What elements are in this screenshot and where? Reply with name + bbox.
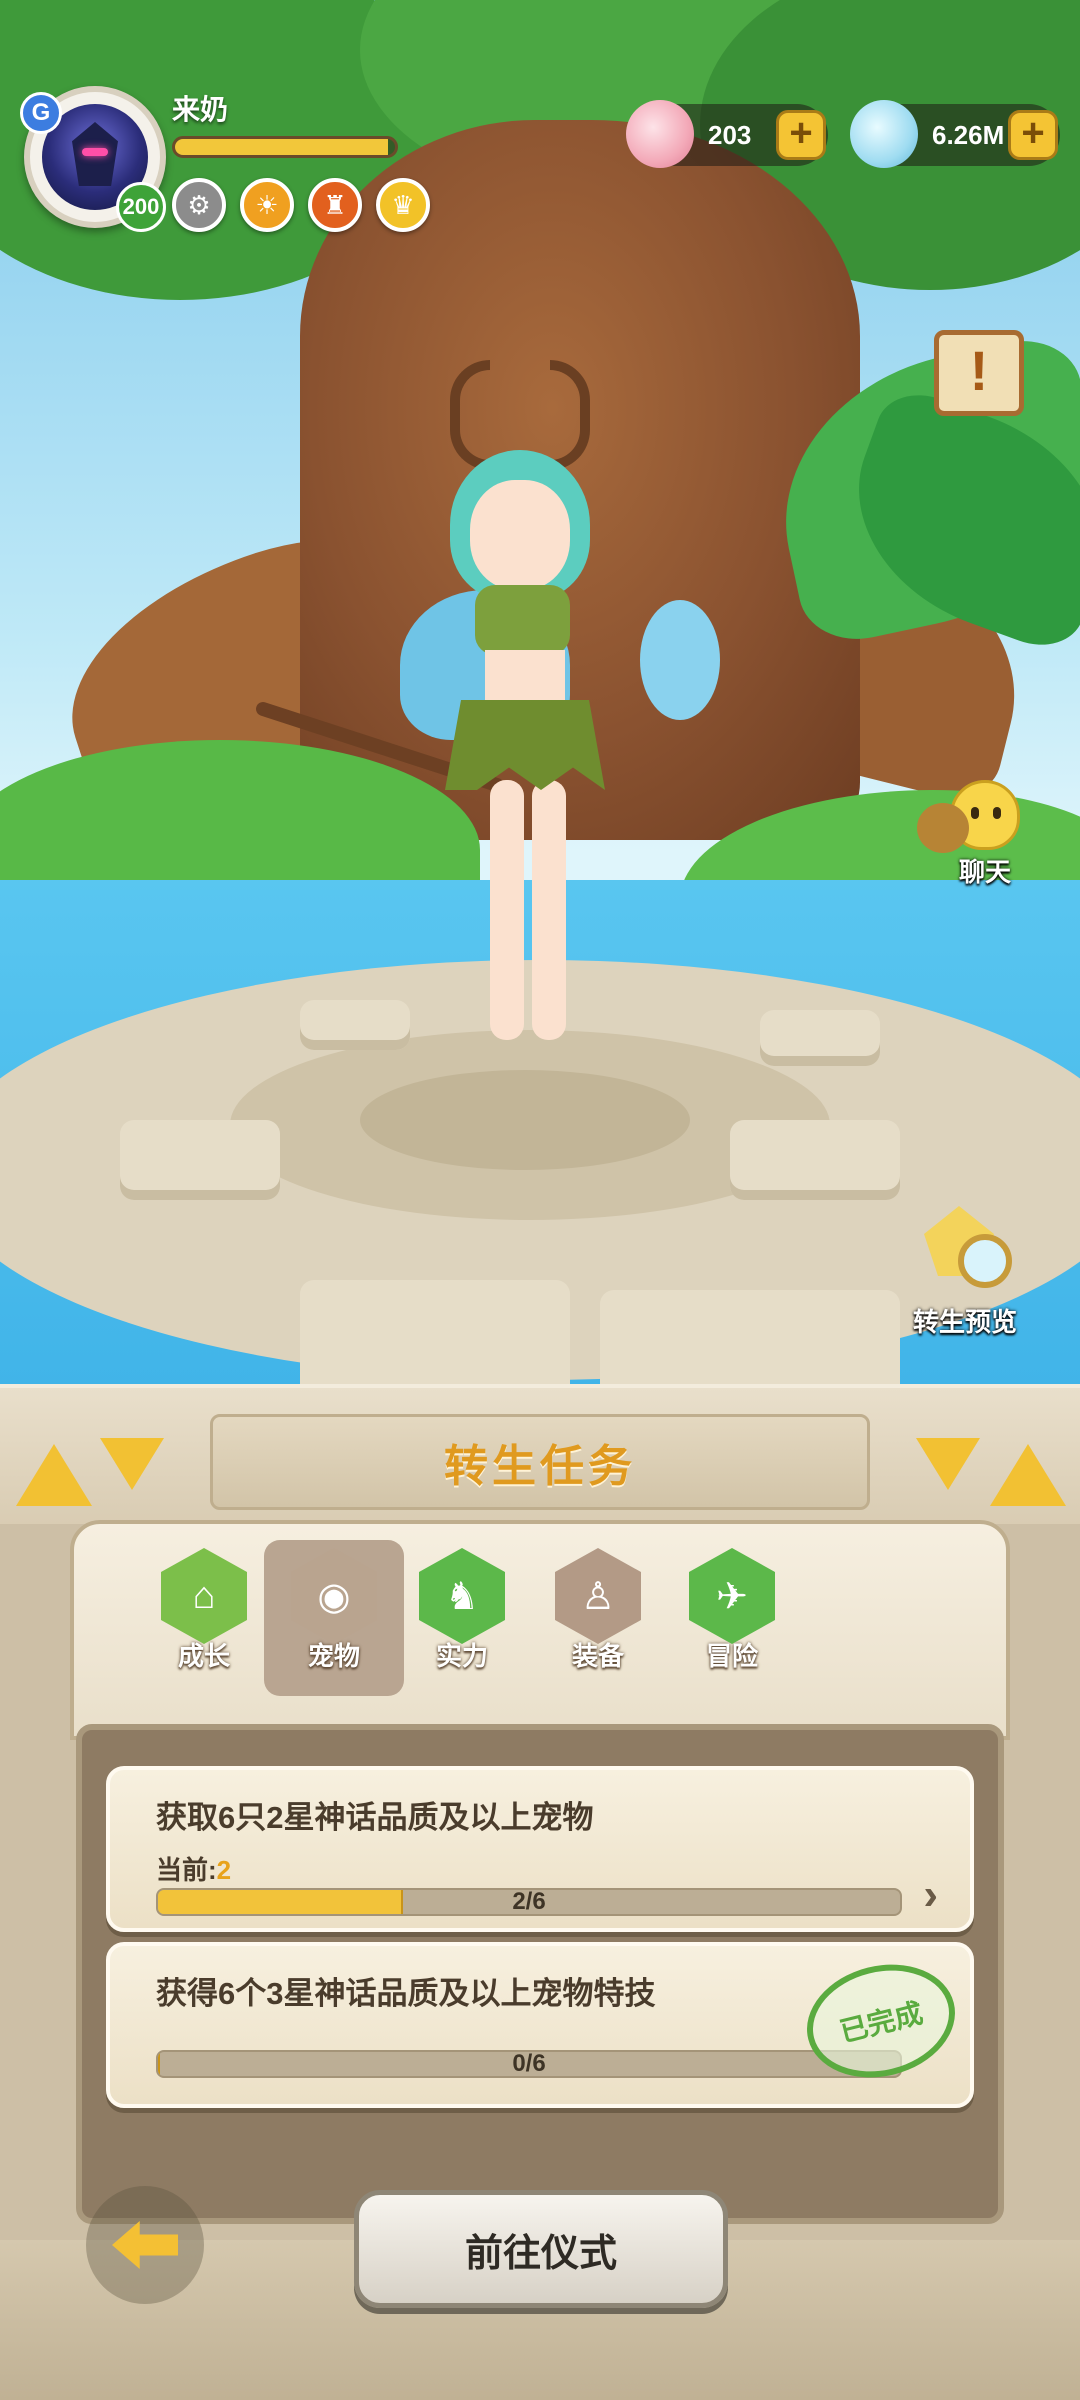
player-level-badge: 200 <box>116 182 166 232</box>
task-progress-text: 0/6 <box>512 2050 546 2077</box>
rebirth-preview-button[interactable]: 转生预览 <box>910 1200 1020 1339</box>
shell-currency-value: 203 <box>708 119 752 150</box>
experience-bar <box>172 136 398 158</box>
triangle-down-icon <box>916 1438 980 1490</box>
pet-icon: ◉ <box>291 1548 377 1644</box>
tab-pet[interactable]: ◉ 宠物 <box>264 1540 404 1696</box>
task-progress-bar: 2/6 <box>156 1888 902 1916</box>
panel-title-plate: 转生任务 <box>210 1414 870 1510</box>
shell-currency-icon <box>626 100 694 168</box>
tab-equipment[interactable]: ♙ 装备 <box>528 1540 668 1696</box>
character-antler-left <box>450 360 490 470</box>
shell-currency: 203 + <box>626 100 828 168</box>
back-arrow-icon <box>112 2221 178 2269</box>
gem-currency: 6.26M + <box>850 100 1060 168</box>
player-character[interactable] <box>240 360 720 1100</box>
add-gem-button[interactable]: + <box>1008 110 1058 160</box>
rebirth-preview-label: 转生预览 <box>912 1307 1017 1337</box>
character-leg-right <box>532 780 566 1040</box>
equipment-icon: ♙ <box>555 1548 641 1644</box>
tab-growth[interactable]: ⌂ 成长 <box>134 1540 274 1696</box>
beast-badge-icon[interactable]: ☀ <box>240 178 294 232</box>
task-title: 获取6只2星神话品质及以上宠物 <box>156 1800 594 1835</box>
growth-icon: ⌂ <box>161 1548 247 1644</box>
triangle-down-icon <box>100 1438 164 1490</box>
chat-icon <box>917 780 1020 853</box>
task-title: 获得6个3星神话品质及以上宠物特技 <box>156 1976 656 2011</box>
quest-notice-icon[interactable]: ! <box>934 330 1024 416</box>
go-to-ritual-button[interactable]: 前往仪式 <box>354 2190 728 2308</box>
achievement-badges: ⚙ ☀ ♜ ♛ <box>172 178 430 232</box>
tab-adventure[interactable]: ✈ 冒险 <box>662 1540 802 1696</box>
chevron-right-icon[interactable]: › <box>923 1870 938 1920</box>
chat-label: 聊天 <box>958 857 1011 887</box>
character-leg-left <box>490 780 524 1040</box>
stone-block <box>760 1010 880 1066</box>
tab-strength[interactable]: ♞ 实力 <box>392 1540 532 1696</box>
stone-block <box>730 1120 900 1200</box>
strength-icon: ♞ <box>419 1548 505 1644</box>
gem-currency-value: 6.26M <box>932 119 1005 150</box>
player-name: 来奶 <box>172 94 229 125</box>
adventure-icon: ✈ <box>689 1548 775 1644</box>
panel-title: 转生任务 <box>444 1442 636 1491</box>
character-skirt <box>445 700 605 790</box>
task-card[interactable]: 获取6只2星神话品质及以上宠物 当前:2 2/6 › <box>106 1766 974 1932</box>
stone-block <box>120 1120 280 1200</box>
character-face <box>470 480 570 590</box>
rebirth-preview-icon <box>910 1200 1020 1300</box>
lion-badge-icon[interactable]: ♜ <box>308 178 362 232</box>
task-current-progress: 当前:2 <box>156 1855 232 1885</box>
experience-bar-fill <box>175 139 389 155</box>
gear-badge-icon[interactable]: ⚙ <box>172 178 226 232</box>
panel-header: 转生任务 <box>0 1384 1080 1524</box>
triangle-up-icon <box>16 1444 92 1506</box>
character-top <box>475 585 570 655</box>
task-progress-text: 2/6 <box>512 1888 546 1915</box>
task-list: 获取6只2星神话品质及以上宠物 当前:2 2/6 › 获得6个3星神话品质及以上… <box>76 1724 1004 2224</box>
triangle-up-icon <box>990 1444 1066 1506</box>
task-card[interactable]: 获得6个3星神话品质及以上宠物特技 0/6 已完成 <box>106 1942 974 2108</box>
task-progress-bar: 0/6 <box>156 2050 902 2078</box>
add-shell-button[interactable]: + <box>776 110 826 160</box>
back-button[interactable] <box>86 2186 204 2304</box>
vip-badge: G <box>20 92 62 134</box>
character-antler-right <box>550 360 590 470</box>
task-category-tabs: ⌂ 成长 ◉ 宠物 ♞ 实力 ♙ 装备 ✈ 冒险 <box>70 1520 1010 1740</box>
gem-currency-icon <box>850 100 918 168</box>
crown-badge-icon[interactable]: ♛ <box>376 178 430 232</box>
chat-button[interactable]: 聊天 <box>917 780 1020 889</box>
